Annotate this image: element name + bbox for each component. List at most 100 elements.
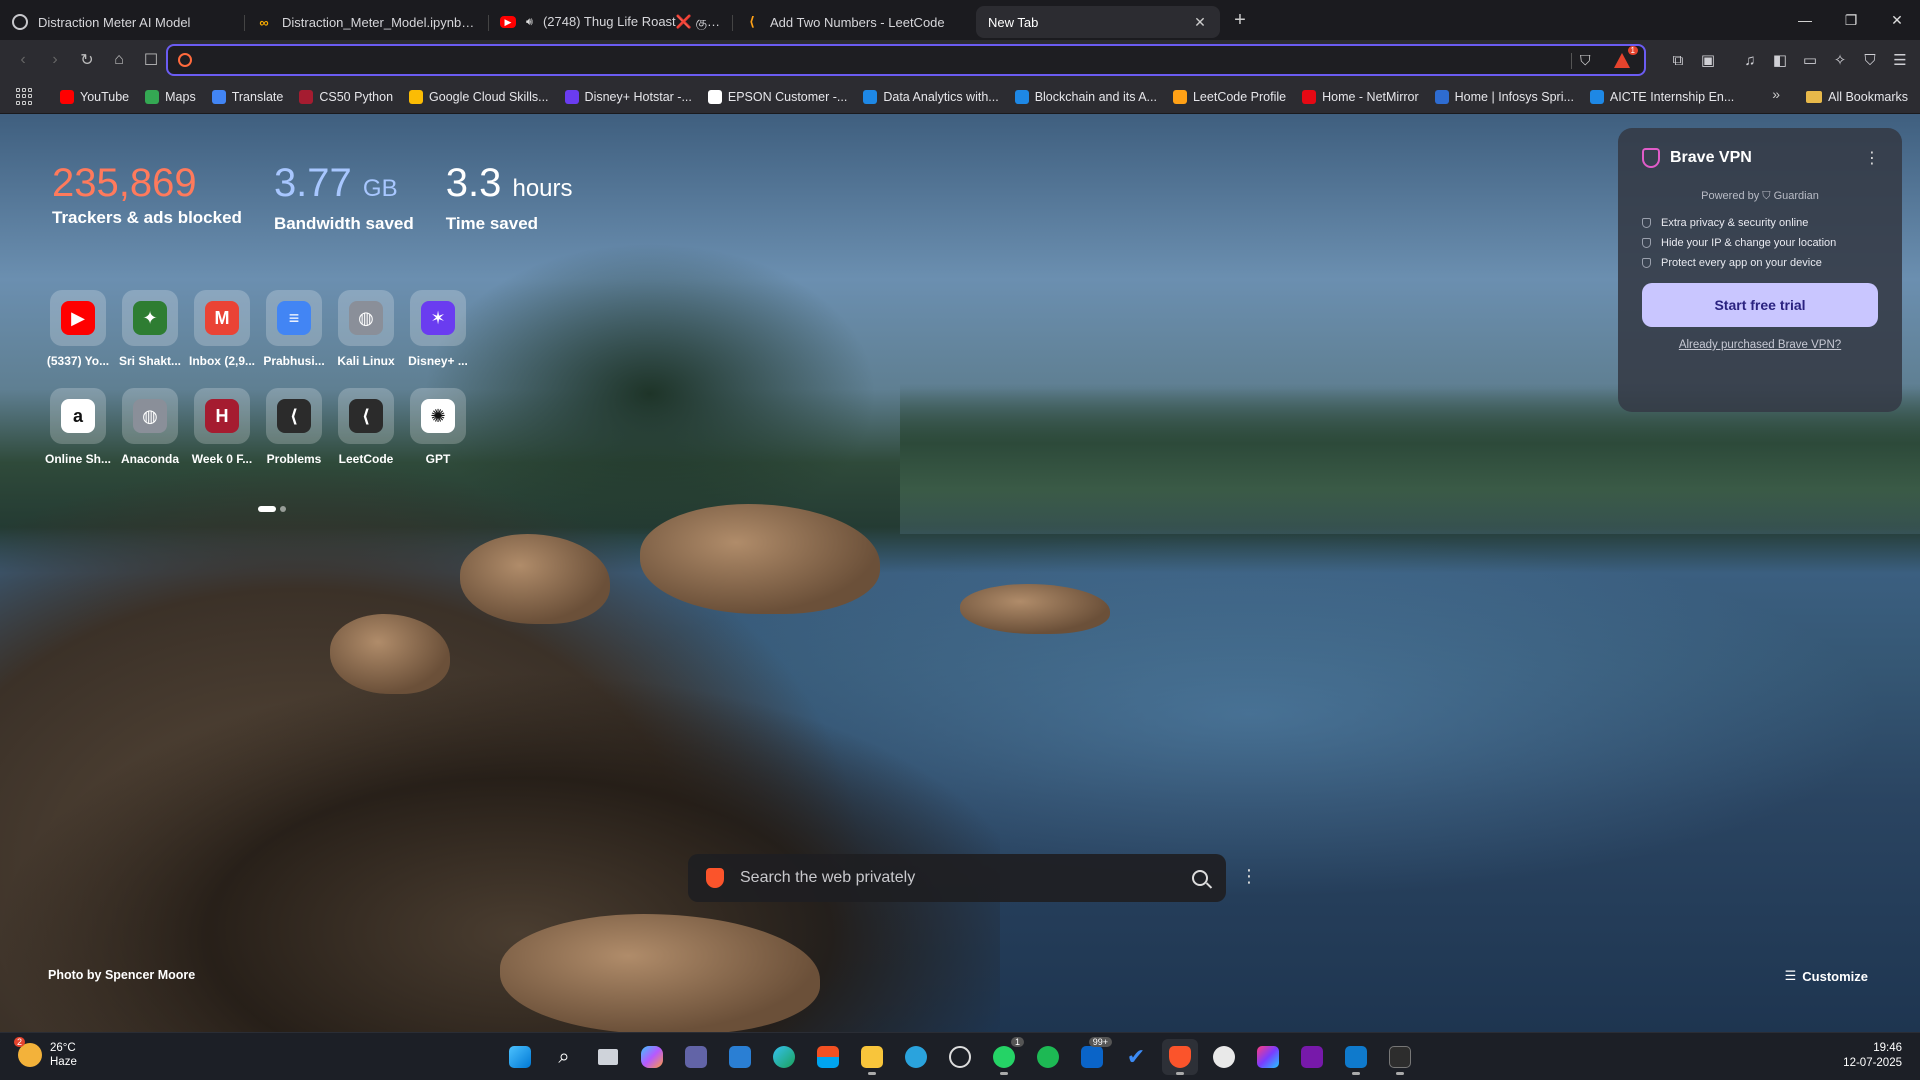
time-unit: hours — [512, 175, 573, 202]
bookmark-leetcode-profile[interactable]: LeetCode Profile — [1165, 84, 1294, 110]
teams-icon[interactable] — [678, 1039, 714, 1075]
media-control-icon[interactable]: ♫ — [1736, 46, 1764, 74]
task-view-icon[interactable] — [590, 1039, 626, 1075]
top-site-tile[interactable]: ✦ Sri Shakt... — [114, 290, 186, 368]
sliders-icon: ☰ — [1784, 968, 1797, 983]
wallet-icon[interactable]: ▭ — [1796, 46, 1824, 74]
media-player-icon[interactable] — [942, 1039, 978, 1075]
vpn-icon[interactable]: ⛉ — [1856, 46, 1884, 74]
close-window-icon[interactable]: ✕ — [1874, 0, 1920, 40]
bookmark-translate[interactable]: Translate — [204, 84, 292, 110]
translate-icon — [211, 89, 226, 104]
bookmark-data-analytics[interactable]: Data Analytics with... — [855, 84, 1006, 110]
tab-youtube-video[interactable]: ▶ 🔊︎ (2748) Thug Life Roast❌ குடும — [488, 6, 732, 38]
top-site-icon-container: a — [50, 388, 106, 444]
bookmark-google-cloud-skills[interactable]: Google Cloud Skills... — [401, 84, 557, 110]
forward-icon[interactable]: › — [40, 45, 70, 75]
bookmark-epson[interactable]: EPSON Customer -... — [700, 84, 855, 110]
bookmark-netmirror[interactable]: Home - NetMirror — [1294, 84, 1427, 110]
bookmark-label: EPSON Customer -... — [727, 89, 848, 104]
new-tab-button[interactable]: + — [1224, 9, 1256, 32]
todo-icon[interactable]: ✔ — [1118, 1039, 1154, 1075]
bookmark-cs50-python[interactable]: CS50 Python — [291, 84, 401, 110]
top-site-tile[interactable]: a Online Sh... — [42, 388, 114, 466]
terminal-icon[interactable] — [1382, 1039, 1418, 1075]
bookmark-disney-hotstar[interactable]: Disney+ Hotstar -... — [557, 84, 700, 110]
brave-shields-icon[interactable]: ⛉ — [1580, 52, 1596, 70]
bookmark-youtube[interactable]: YouTube — [52, 84, 137, 110]
tab-distraction-meter[interactable]: Distraction Meter AI Model — [0, 6, 244, 38]
onenote-icon[interactable] — [1294, 1039, 1330, 1075]
screenshot-icon[interactable]: ▣ — [1694, 46, 1722, 74]
reload-icon[interactable]: ↻ — [72, 45, 102, 75]
top-site-tile[interactable]: ▶ (5337) Yo... — [42, 290, 114, 368]
bookmark-aicte-internship[interactable]: AICTE Internship En... — [1582, 84, 1742, 110]
address-bar[interactable]: ⛉ 1 — [166, 44, 1646, 76]
top-site-tile[interactable]: ⟨ Problems — [258, 388, 330, 466]
leo-ai-icon[interactable]: ✧ — [1826, 46, 1854, 74]
whatsapp-badge: 1 — [1010, 1037, 1024, 1047]
store-icon[interactable] — [810, 1039, 846, 1075]
restore-icon[interactable]: ❐ — [1828, 0, 1874, 40]
search-options-icon[interactable]: ⋮ — [1240, 866, 1258, 887]
vscode-icon[interactable] — [1338, 1039, 1374, 1075]
sidebar-icon[interactable]: ◧ — [1766, 46, 1794, 74]
more-bookmarks-icon[interactable]: » — [1772, 86, 1780, 102]
edge-icon[interactable] — [766, 1039, 802, 1075]
bookmark-icon[interactable]: ☐ — [136, 45, 166, 75]
globe-icon: ◍ — [133, 399, 167, 433]
whatsapp-icon[interactable]: 1 — [986, 1037, 1024, 1075]
brave-icon[interactable] — [1162, 1039, 1198, 1075]
top-site-tile[interactable]: ✶ Disney+ ... — [402, 290, 474, 368]
harvard-icon: H — [205, 399, 239, 433]
home-icon[interactable]: ⌂ — [104, 45, 134, 75]
top-site-tile[interactable]: ⟨ LeetCode — [330, 388, 402, 466]
tab-colab-notebook[interactable]: ∞ Distraction_Meter_Model.ipynb - Col — [244, 6, 488, 38]
spotify-icon[interactable] — [1030, 1039, 1066, 1075]
telegram-icon[interactable] — [898, 1039, 934, 1075]
top-site-tile[interactable]: ◍ Anaconda — [114, 388, 186, 466]
top-site-tile[interactable]: ✺ GPT — [402, 388, 474, 466]
tab-leetcode[interactable]: ⟨ Add Two Numbers - LeetCode — [732, 6, 976, 38]
start-menu-icon[interactable] — [502, 1039, 538, 1075]
copilot-icon[interactable] — [634, 1039, 670, 1075]
affinity-icon[interactable] — [1250, 1039, 1286, 1075]
pager-dot-active[interactable] — [258, 506, 276, 512]
clock-app-icon[interactable] — [1206, 1039, 1242, 1075]
more-options-icon[interactable]: ⋮ — [1864, 148, 1880, 168]
trackers-stat: 235,869 Trackers & ads blocked — [52, 160, 242, 234]
search-box[interactable]: Search the web privately — [688, 854, 1226, 902]
file-explorer-icon[interactable] — [854, 1039, 890, 1075]
bookmark-infosys-springboard[interactable]: Home | Infosys Spri... — [1427, 84, 1582, 110]
photo-credit[interactable]: Photo by Spencer Moore — [48, 968, 195, 982]
weather-widget[interactable]: 2 26°C Haze — [14, 1037, 77, 1069]
top-site-tile[interactable]: ◍ Kali Linux — [330, 290, 402, 368]
pager-dot[interactable] — [280, 506, 286, 512]
top-site-tile[interactable]: ≡ Prabhusi... — [258, 290, 330, 368]
back-icon[interactable]: ‹ — [8, 45, 38, 75]
close-tab-icon[interactable]: ✕ — [1192, 14, 1208, 31]
already-purchased-link[interactable]: Already purchased Brave VPN? — [1642, 339, 1878, 351]
top-site-tile[interactable]: M Inbox (2,9... — [186, 290, 258, 368]
system-clock[interactable]: 19:46 12-07-2025 — [1843, 1041, 1902, 1071]
search-icon[interactable] — [1192, 870, 1208, 886]
top-site-tile[interactable]: H Week 0 F... — [186, 388, 258, 466]
bookmark-blockchain[interactable]: Blockchain and its A... — [1007, 84, 1165, 110]
start-free-trial-button[interactable]: Start free trial — [1642, 283, 1878, 327]
customize-button[interactable]: ☰ Customize — [1785, 968, 1868, 984]
tab-new-tab[interactable]: New Tab ✕ — [976, 6, 1220, 38]
widgets-icon[interactable] — [722, 1039, 758, 1075]
all-bookmarks-folder[interactable]: All Bookmarks — [1806, 80, 1908, 114]
audio-playing-icon[interactable]: 🔊︎ — [526, 16, 533, 29]
bookmark-maps[interactable]: Maps — [137, 84, 204, 110]
check-shield-icon — [1642, 238, 1651, 248]
outlook-icon[interactable]: 99+ — [1074, 1037, 1112, 1075]
bandwidth-unit: GB — [362, 175, 398, 202]
search-taskbar-icon[interactable]: ⌕ — [546, 1039, 582, 1075]
site-info-icon[interactable] — [178, 53, 192, 67]
brave-rewards-icon[interactable]: 1 — [1612, 46, 1638, 71]
apps-grid-icon[interactable] — [16, 87, 34, 106]
minimize-icon[interactable]: — — [1782, 0, 1828, 40]
menu-icon[interactable]: ☰ — [1886, 46, 1914, 74]
extensions-icon[interactable]: ⧉ — [1664, 46, 1692, 74]
